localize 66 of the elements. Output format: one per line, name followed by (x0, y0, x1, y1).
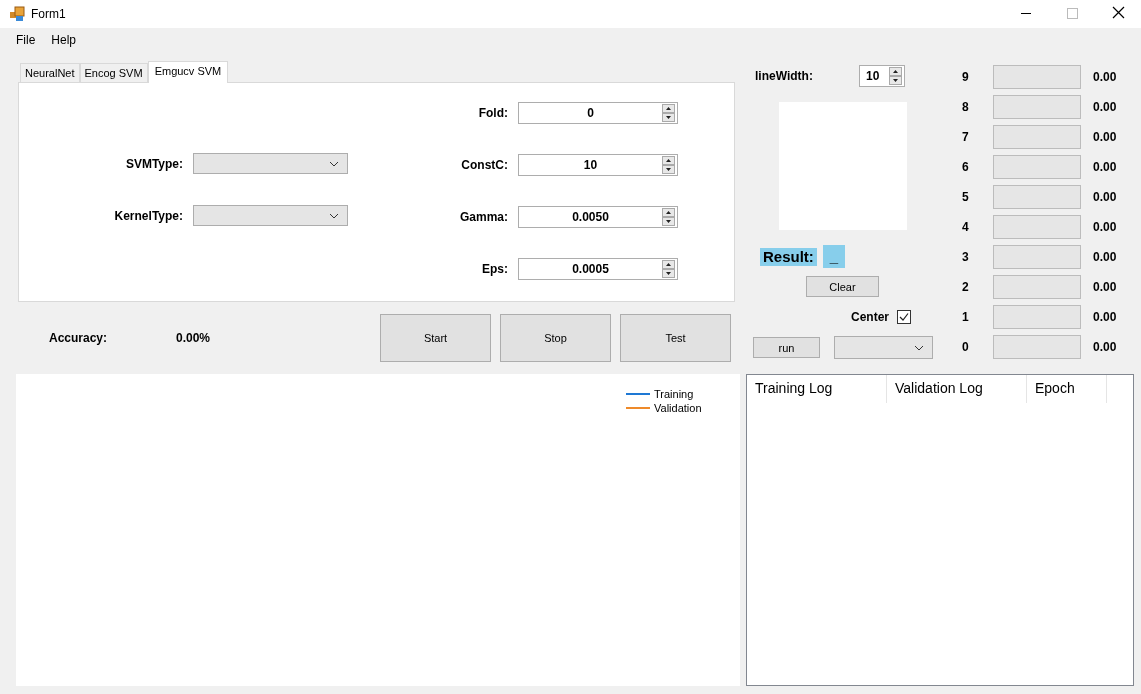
dropdown[interactable] (193, 205, 348, 226)
field-label: SVMType: (124, 156, 183, 171)
action-button[interactable]: Stop (500, 314, 611, 362)
action-button[interactable]: Start (380, 314, 491, 362)
probability-value: 0.00 (1093, 220, 1117, 234)
digit-label: 8 (961, 100, 970, 114)
digit-label: 5 (961, 190, 970, 204)
app-icon (9, 6, 25, 22)
chevron-icon (329, 160, 339, 167)
probability-value: 0.00 (1093, 340, 1117, 354)
column-header[interactable]: Validation Log (887, 375, 1027, 403)
result-value: _ (822, 245, 845, 268)
menu-item[interactable]: File (8, 31, 44, 49)
legend-label: Validation (654, 402, 702, 414)
menu-item[interactable]: Help (43, 31, 85, 49)
tab[interactable]: Encog SVM (79, 63, 148, 82)
digit-label: 6 (961, 160, 970, 174)
field-label: KernelType: (113, 208, 183, 223)
tab[interactable]: NeuralNet (20, 63, 80, 82)
dropdown[interactable] (834, 336, 933, 359)
probability-value: 0.00 (1093, 280, 1117, 294)
tab[interactable]: Emgucv SVM (147, 61, 229, 83)
probability-value: 0.00 (1093, 160, 1117, 174)
number-field[interactable]: 0.0050 (518, 205, 678, 228)
probability-value: 0.00 (1093, 130, 1117, 144)
column-header[interactable]: Training Log (747, 375, 887, 403)
probability-value: 0.00 (1093, 190, 1117, 204)
field-label: ConstC: (460, 157, 508, 172)
spin-arrows-icon[interactable] (889, 67, 902, 85)
digit-label: 2 (961, 280, 970, 294)
digit-label: 9 (961, 70, 970, 84)
spin-arrows-icon[interactable] (662, 155, 675, 174)
action-button[interactable]: Test (620, 314, 731, 362)
number-field[interactable]: 10 (859, 65, 905, 87)
digit-label: 7 (961, 130, 970, 144)
legend-label: Training (654, 388, 694, 400)
run-button[interactable]: run (753, 337, 820, 358)
field-label: lineWidth: (754, 69, 814, 83)
probability-value: 0.00 (1093, 250, 1117, 264)
clear-button[interactable]: Clear (806, 276, 879, 297)
checkbox-label: Center (851, 310, 889, 324)
digit-label: 1 (961, 310, 970, 324)
digit-label: 0 (961, 340, 970, 354)
field-label: Gamma: (458, 209, 508, 224)
column-header[interactable]: Epoch (1027, 375, 1107, 403)
spin-arrows-icon[interactable] (662, 103, 675, 122)
checkbox[interactable] (897, 310, 911, 324)
number-field[interactable]: 10 (518, 153, 678, 176)
probability-value: 0.00 (1093, 70, 1117, 84)
dropdown[interactable] (193, 153, 348, 174)
accuracy-label: Accuracy: (49, 331, 109, 345)
number-field[interactable]: 0.0005 (518, 257, 678, 280)
chevron-icon (329, 212, 339, 219)
field-label: Fold: (477, 105, 508, 120)
chevron-icon (914, 344, 924, 351)
digit-label: 4 (961, 220, 970, 234)
probability-value: 0.00 (1093, 310, 1117, 324)
spin-arrows-icon[interactable] (662, 207, 675, 226)
accuracy-value: 0.00% (176, 331, 212, 345)
digit-label: 3 (961, 250, 970, 264)
probability-value: 0.00 (1093, 100, 1117, 114)
result-label: Result: (760, 247, 817, 266)
field-label: Eps: (481, 261, 508, 276)
window-title: Form1 (31, 7, 66, 21)
spin-arrows-icon[interactable] (662, 259, 675, 278)
number-field[interactable]: 0 (518, 101, 678, 124)
